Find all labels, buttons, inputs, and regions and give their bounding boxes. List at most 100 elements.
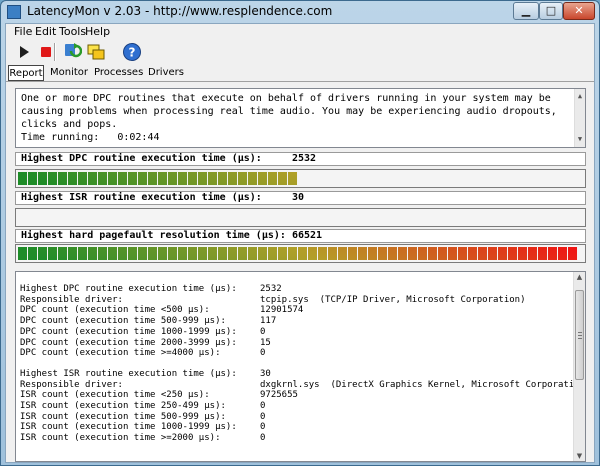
meter-segment bbox=[408, 247, 417, 260]
stop-icon bbox=[41, 47, 51, 57]
meter-segment bbox=[168, 247, 177, 260]
tab-divider bbox=[6, 81, 594, 82]
minimize-button[interactable]: ▁ bbox=[513, 2, 539, 20]
windows-button[interactable] bbox=[86, 42, 106, 62]
meter-segment bbox=[208, 172, 217, 185]
scroll-thumb[interactable] bbox=[575, 290, 584, 380]
meter-segment bbox=[78, 172, 87, 185]
meter-segment bbox=[328, 247, 337, 260]
isr-header-label: Highest ISR routine execution time (µs): bbox=[21, 192, 262, 203]
menu-file[interactable]: File bbox=[14, 25, 32, 38]
detail-label: Highest ISR routine execution time (µs): bbox=[20, 368, 237, 379]
title-bar[interactable]: LatencyMon v 2.03 - http://www.resplende… bbox=[1, 1, 599, 23]
dpc-header-label: Highest DPC routine execution time (µs): bbox=[21, 153, 262, 164]
detail-value: 12901574 bbox=[260, 305, 304, 316]
tab-drivers[interactable]: Drivers bbox=[148, 65, 184, 81]
detail-value: 0 bbox=[260, 348, 266, 359]
tab-report[interactable]: Report bbox=[8, 65, 44, 81]
meter-segment bbox=[428, 247, 437, 260]
meter-segment bbox=[418, 247, 427, 260]
app-icon bbox=[7, 5, 21, 19]
meter-segment bbox=[278, 172, 287, 185]
meter-segment bbox=[158, 247, 167, 260]
pagefault-header-label: Highest hard pagefault resolution time (… bbox=[21, 230, 286, 241]
meter-segment bbox=[438, 247, 447, 260]
grip-line bbox=[578, 338, 582, 339]
tab-monitor[interactable]: Monitor bbox=[50, 65, 88, 81]
meter-segment bbox=[238, 247, 247, 260]
detail-label: DPC count (execution time 1000-1999 µs): bbox=[20, 326, 237, 337]
detail-label: ISR count (execution time 250-499 µs): bbox=[20, 401, 226, 411]
meter-segment bbox=[478, 247, 487, 260]
meter-segment bbox=[138, 172, 147, 185]
meter-segment bbox=[58, 247, 67, 260]
detail-label: DPC count (execution time <500 µs): bbox=[20, 305, 210, 316]
windows-icon bbox=[87, 44, 105, 60]
meter-segment bbox=[488, 247, 497, 260]
maximize-button[interactable]: □ bbox=[539, 2, 563, 20]
detail-label: DPC count (execution time >=4000 µs): bbox=[20, 348, 221, 359]
scroll-down-icon[interactable]: ▼ bbox=[574, 452, 585, 460]
message-line: clicks and pops. bbox=[21, 119, 118, 130]
detail-label: Highest DPC routine execution time (µs): bbox=[20, 284, 237, 294]
scroll-up-icon[interactable]: ▲ bbox=[574, 273, 585, 281]
meter-segment bbox=[68, 172, 77, 185]
dpc-meter-fill bbox=[18, 172, 298, 185]
client-area: File Edit Tools Help ? Report Monitor Pr… bbox=[5, 23, 595, 463]
help-button[interactable]: ? bbox=[122, 42, 142, 62]
meter-segment bbox=[198, 247, 207, 260]
menu-help[interactable]: Help bbox=[85, 25, 110, 38]
meter-segment bbox=[178, 247, 187, 260]
meter-segment bbox=[358, 247, 367, 260]
meter-segment bbox=[338, 247, 347, 260]
pagefault-meter bbox=[15, 244, 586, 263]
menu-edit[interactable]: Edit bbox=[35, 25, 56, 38]
refresh-button[interactable] bbox=[62, 42, 83, 62]
detail-label: DPC count (execution time 500-999 µs): bbox=[20, 316, 226, 327]
meter-segment bbox=[468, 247, 477, 260]
meter-segment bbox=[398, 247, 407, 260]
meter-segment bbox=[158, 172, 167, 185]
tab-processes[interactable]: Processes bbox=[94, 65, 143, 81]
detail-label: ISR count (execution time <250 µs): bbox=[20, 390, 210, 401]
detail-value: 0 bbox=[260, 422, 266, 433]
meter-segment bbox=[218, 247, 227, 260]
details-scrollbar[interactable]: ▲ ▼ bbox=[573, 272, 585, 461]
dpc-header-value: 2532 bbox=[291, 153, 317, 164]
meter-segment bbox=[538, 247, 547, 260]
menu-tools[interactable]: Tools bbox=[59, 25, 86, 38]
pagefault-header: Highest hard pagefault resolution time (… bbox=[15, 229, 586, 243]
message-line: causing problems when processing real ti… bbox=[21, 106, 557, 117]
meter-segment bbox=[78, 247, 87, 260]
detail-value: 9725655 bbox=[260, 390, 298, 401]
stop-button[interactable] bbox=[36, 42, 56, 62]
scroll-down-icon[interactable]: ▼ bbox=[575, 133, 585, 146]
window-title: LatencyMon v 2.03 - http://www.resplende… bbox=[27, 4, 333, 18]
meter-segment bbox=[508, 247, 517, 260]
time-running-label: Time running: bbox=[21, 132, 100, 143]
close-button[interactable]: ✕ bbox=[563, 2, 595, 20]
start-button[interactable] bbox=[14, 42, 34, 62]
detail-label: DPC count (execution time 2000-3999 µs): bbox=[20, 337, 237, 348]
scroll-up-icon[interactable]: ▲ bbox=[575, 90, 585, 103]
meter-segment bbox=[228, 247, 237, 260]
meter-segment bbox=[38, 172, 47, 185]
meter-segment bbox=[48, 172, 57, 185]
meter-segment bbox=[218, 172, 227, 185]
meter-segment bbox=[108, 172, 117, 185]
message-scrollbar[interactable]: ▲ ▼ bbox=[574, 89, 585, 147]
isr-meter bbox=[15, 208, 586, 227]
tab-strip: Report Monitor Processes Drivers bbox=[6, 64, 594, 82]
detail-value: 15 bbox=[260, 337, 271, 348]
meter-segment bbox=[178, 172, 187, 185]
meter-segment bbox=[248, 172, 257, 185]
meter-segment bbox=[48, 247, 57, 260]
meter-segment bbox=[108, 247, 117, 260]
meter-segment bbox=[248, 247, 257, 260]
meter-segment bbox=[268, 172, 277, 185]
pagefault-header-value: 66521 bbox=[291, 230, 323, 241]
menu-bar: File Edit Tools Help bbox=[6, 24, 594, 40]
toolbar-separator bbox=[54, 43, 56, 61]
meter-segment bbox=[148, 172, 157, 185]
meter-segment bbox=[268, 247, 277, 260]
